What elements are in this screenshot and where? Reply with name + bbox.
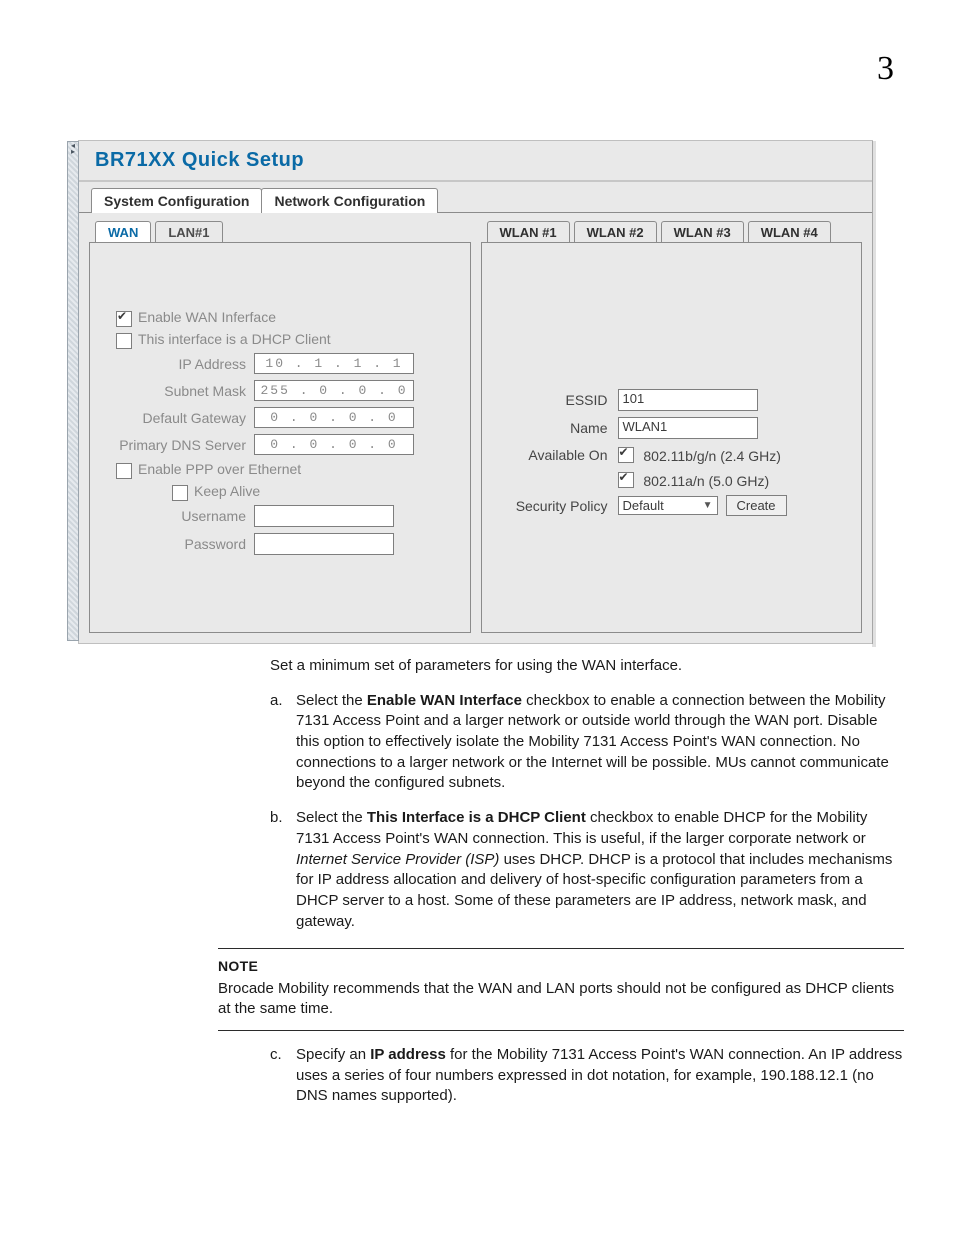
pppoe-checkbox[interactable] (116, 463, 132, 479)
create-button[interactable]: Create (726, 495, 787, 516)
band-24ghz-label: 802.11b/g/n (2.4 GHz) (643, 448, 780, 464)
list-item-a: Select the Enable WAN Interface checkbox… (296, 691, 904, 794)
security-policy-value: Default (623, 498, 664, 513)
keep-alive-checkbox[interactable] (172, 485, 188, 501)
primary-dns-input[interactable]: 0 . 0 . 0 . 0 (254, 434, 414, 455)
essid-label: ESSID (498, 392, 618, 408)
subnet-mask-label: Subnet Mask (106, 383, 254, 399)
list-marker-c: c. (270, 1045, 296, 1107)
note-body: Brocade Mobility recommends that the WAN… (218, 979, 904, 1020)
keep-alive-label: Keep Alive (194, 483, 260, 499)
subtab-wlan4[interactable]: WLAN #4 (748, 221, 831, 243)
enable-wan-checkbox[interactable] (116, 311, 132, 327)
band-5ghz-checkbox[interactable] (618, 472, 634, 488)
list-item-c: Specify an IP address for the Mobility 7… (296, 1045, 904, 1107)
default-gateway-input[interactable]: 0 . 0 . 0 . 0 (254, 407, 414, 428)
default-gateway-label: Default Gateway (106, 410, 254, 426)
quick-setup-screenshot: ◂▸ BR71XX Quick Setup System Configurati… (78, 140, 873, 644)
ip-address-input[interactable]: 10 . 1 . 1 . 1 (254, 353, 414, 374)
note-divider-bottom (218, 1030, 904, 1031)
wlan-name-input[interactable]: WLAN1 (618, 417, 758, 439)
chevron-down-icon: ▼ (703, 500, 713, 511)
username-label: Username (106, 508, 254, 524)
enable-wan-label: Enable WAN Inferface (138, 309, 276, 325)
band-5ghz-label: 802.11a/n (5.0 GHz) (643, 473, 769, 489)
list-marker-b: b. (270, 808, 296, 932)
wlan-name-label: Name (498, 420, 618, 436)
subtab-lan1[interactable]: LAN#1 (155, 221, 222, 243)
note-label: NOTE (218, 957, 904, 976)
page-number: 3 (877, 50, 894, 88)
security-policy-label: Security Policy (498, 498, 618, 514)
username-input[interactable] (254, 505, 394, 527)
screenshot-title: BR71XX Quick Setup (79, 141, 872, 182)
ip-address-label: IP Address (106, 356, 254, 372)
dhcp-client-label: This interface is a DHCP Client (138, 331, 331, 347)
security-policy-select[interactable]: Default ▼ (618, 496, 718, 515)
tab-network-configuration[interactable]: Network Configuration (261, 188, 438, 213)
list-item-b: Select the This Interface is a DHCP Clie… (296, 808, 904, 932)
sidebar-handle[interactable]: ◂▸ (67, 141, 79, 641)
available-on-label: Available On (498, 447, 618, 463)
subtab-wlan2[interactable]: WLAN #2 (574, 221, 657, 243)
essid-input[interactable]: 101 (618, 389, 758, 411)
subtab-wlan3[interactable]: WLAN #3 (661, 221, 744, 243)
password-label: Password (106, 536, 254, 552)
subtab-wlan1[interactable]: WLAN #1 (487, 221, 570, 243)
subtab-wan[interactable]: WAN (95, 221, 151, 243)
password-input[interactable] (254, 533, 394, 555)
note-divider-top (218, 948, 904, 949)
list-marker-a: a. (270, 691, 296, 794)
band-24ghz-checkbox[interactable] (618, 447, 634, 463)
pppoe-label: Enable PPP over Ethernet (138, 461, 301, 477)
primary-dns-label: Primary DNS Server (106, 437, 254, 453)
subnet-mask-input[interactable]: 255 . 0 . 0 . 0 (254, 380, 414, 401)
dhcp-client-checkbox[interactable] (116, 333, 132, 349)
tab-system-configuration[interactable]: System Configuration (91, 188, 262, 213)
intro-text: Set a minimum set of parameters for usin… (270, 656, 904, 677)
